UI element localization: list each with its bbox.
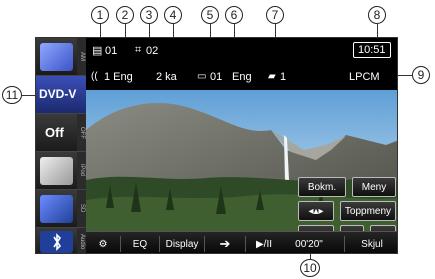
title-number: 01 — [105, 45, 118, 57]
play-pause-icon: ▶/II — [255, 238, 273, 250]
eq-button[interactable]: EQ — [121, 232, 159, 253]
source-ipod-button[interactable]: iPod — [36, 152, 86, 190]
callout-9: 9 — [412, 66, 430, 84]
callout-6: 6 — [225, 6, 243, 24]
source-tab-off: OFF — [77, 114, 86, 151]
audio-format: LPCM — [349, 71, 380, 83]
play-pause-button[interactable]: ▶/II — [246, 232, 282, 253]
bluetooth-icon — [40, 231, 73, 253]
cursor-button[interactable]: ◂▴▸ — [298, 201, 334, 221]
settings-button[interactable]: ⚙ — [86, 232, 120, 253]
callout-11: 11 — [2, 86, 22, 104]
clock[interactable]: 10:51 — [353, 42, 391, 58]
source-am-button[interactable]: AM — [36, 38, 86, 76]
callout-5: 5 — [201, 6, 219, 24]
chapter-icon: ⌗ — [135, 44, 142, 56]
bottom-control-bar: ⚙ EQ Display ➔ ▶/II 00'20" Skjul — [86, 231, 397, 253]
video-area[interactable]: Bokm. Meny ◂▴▸ Toppmeny ⏮ ■ ⏭ — [86, 90, 397, 231]
camera-angle-number: 1 — [280, 71, 287, 83]
callout-8: 8 — [368, 6, 386, 24]
cursor-icon: ◂▴▸ — [308, 205, 324, 217]
subtitle-icon: ▭ — [197, 71, 207, 82]
source-bluetooth-button[interactable]: Audio — [36, 228, 86, 253]
subtitle-number: 01 — [210, 71, 223, 83]
info-bar: ▤ 01 ⌗ 02 (( 1 Eng 2 ka ▭ 01 Eng ▰ 1 10:… — [86, 38, 397, 90]
camera-icon: ▰ — [268, 71, 276, 82]
source-dvd-button[interactable]: DVD-V — [36, 76, 86, 114]
device-screen: AM DVD-V Off OFF iPod SD Audio ▤ 01 ⌗ 02… — [35, 37, 398, 254]
callout-2: 2 — [116, 6, 134, 24]
angle-value: 2 ka — [156, 71, 177, 83]
callout-7: 7 — [266, 6, 284, 24]
callout-line-11 — [22, 95, 36, 96]
ipod-icon — [40, 157, 73, 185]
radio-icon — [40, 43, 73, 71]
audio-language: 1 Eng — [104, 71, 133, 83]
callout-4: 4 — [164, 6, 182, 24]
callout-1: 1 — [91, 6, 109, 24]
source-sidebar: AM DVD-V Off OFF iPod SD Audio — [36, 38, 86, 253]
source-tab-am: AM — [77, 38, 86, 75]
source-off-button[interactable]: Off OFF — [36, 114, 86, 152]
subtitle-language: Eng — [232, 71, 252, 83]
top-menu-button[interactable]: Toppmeny — [340, 201, 396, 221]
menu-button[interactable]: Meny — [352, 177, 396, 197]
callout-10: 10 — [300, 259, 320, 277]
chapter-number: 02 — [146, 45, 159, 57]
bookmark-button[interactable]: Bokm. — [298, 177, 346, 197]
display-button[interactable]: Display — [160, 232, 204, 253]
source-tab-sd: SD — [77, 190, 86, 227]
source-sd-button[interactable]: SD — [36, 190, 86, 228]
hide-button[interactable]: Skjul — [345, 232, 397, 253]
audio-icon: (( — [91, 71, 98, 82]
dvd-label: DVD-V — [39, 87, 77, 101]
off-label: Off — [45, 125, 64, 140]
title-icon: ▤ — [92, 45, 103, 57]
forward-button[interactable]: ➔ — [205, 232, 245, 253]
source-tab-audio: Audio — [77, 228, 86, 253]
gear-icon: ⚙ — [98, 238, 108, 250]
sd-card-icon — [40, 195, 73, 223]
callout-3: 3 — [140, 6, 158, 24]
arrow-right-icon: ➔ — [219, 236, 231, 251]
elapsed-time: 00'20" — [295, 238, 323, 250]
source-tab-ipod: iPod — [77, 152, 86, 189]
